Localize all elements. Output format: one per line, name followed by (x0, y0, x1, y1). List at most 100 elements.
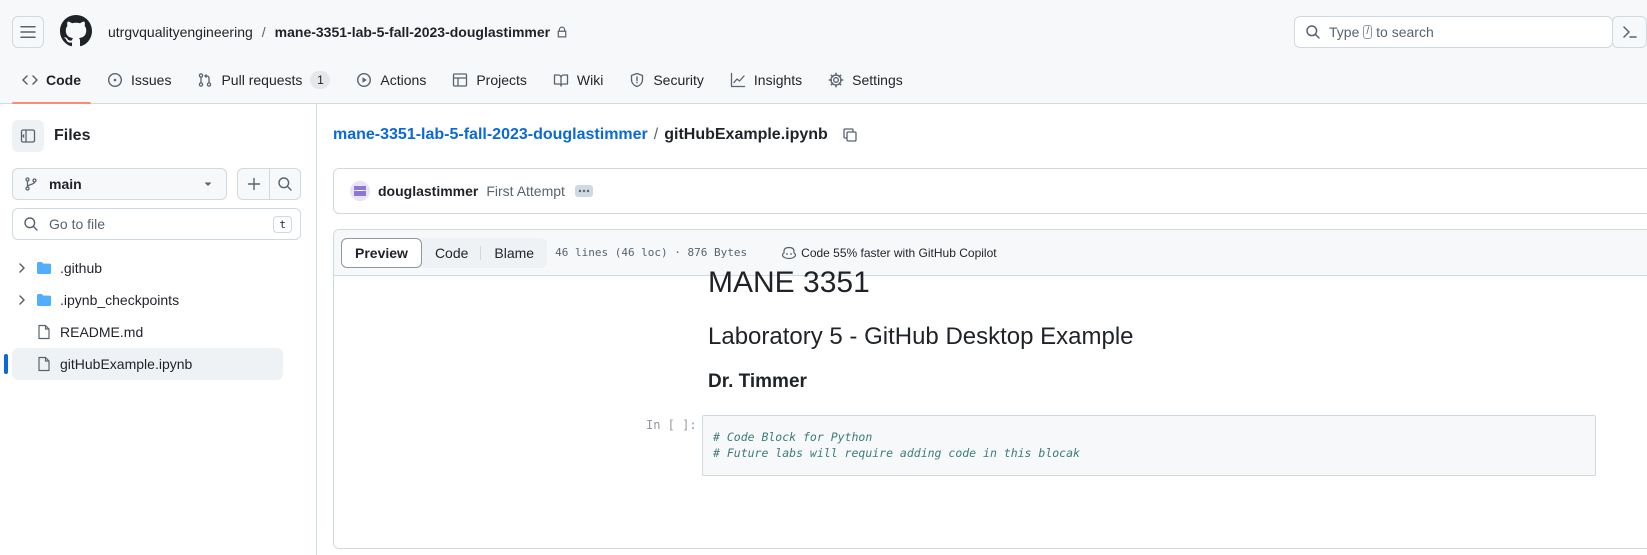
sidebar-collapse-icon (20, 128, 36, 144)
path-separator: / (653, 126, 659, 143)
github-logo-icon[interactable] (60, 15, 92, 47)
tab-wiki-label: Wiki (576, 72, 604, 88)
branch-name: main (49, 176, 82, 192)
tab-issues-label: Issues (131, 72, 172, 88)
tree-item-ipynb-checkpoints-folder[interactable]: .ipynb_checkpoints (12, 284, 283, 316)
file-tree: .github .ipynb_checkpoints README.md git… (0, 252, 317, 380)
tree-item-label: README.md (60, 324, 144, 340)
files-title: Files (54, 127, 91, 144)
blame-button[interactable]: Blame (481, 238, 547, 268)
terminal-icon (1622, 24, 1638, 40)
search-icon (277, 176, 293, 192)
file-size-info: 46 lines (46 loc) · 876 Bytes (555, 246, 748, 259)
triangle-down-icon (200, 176, 216, 192)
collapse-sidebar-button[interactable] (12, 120, 44, 152)
folder-icon (36, 292, 52, 308)
notebook-heading-2: Laboratory 5 - GitHub Desktop Example (708, 323, 1134, 350)
tab-insights-label: Insights (753, 72, 803, 88)
go-to-file-placeholder: Go to file (49, 216, 106, 232)
file-header-bar: Preview Code Blame 46 lines (46 loc) · 8… (334, 230, 1647, 276)
add-file-button[interactable] (238, 169, 269, 199)
files-header: Files (12, 120, 90, 152)
tree-item-github-folder[interactable]: .github (12, 252, 283, 284)
play-icon (356, 72, 372, 88)
search-files-button[interactable] (269, 169, 300, 199)
tab-settings[interactable]: Settings (818, 64, 913, 96)
code-view-button[interactable]: Code (422, 238, 482, 268)
repo-nav-tabs: Code Issues Pull requests 1 Actions Proj… (12, 64, 919, 104)
go-to-file-input[interactable]: Go to file t (12, 208, 301, 240)
copilot-promo-link[interactable]: Code 55% faster with GitHub Copilot (781, 245, 997, 261)
chevron-right-icon[interactable] (14, 292, 30, 308)
tab-actions[interactable]: Actions (346, 64, 436, 96)
avatar[interactable] (350, 181, 370, 201)
owner-link[interactable]: utrgvqualityengineering (108, 24, 253, 40)
chevron-right-icon[interactable] (14, 260, 30, 276)
branch-selector-button[interactable]: main (12, 168, 227, 200)
gear-icon (828, 72, 844, 88)
commit-author-link[interactable]: douglastimmer (378, 183, 478, 199)
commit-message-link[interactable]: First Attempt (486, 183, 565, 199)
search-input[interactable]: Type / to search (1294, 16, 1613, 48)
code-icon (22, 72, 38, 88)
code-cell: # Code Block for Python # Future labs wi… (702, 415, 1596, 476)
file-icon (36, 356, 52, 372)
preview-button[interactable]: Preview (341, 237, 422, 268)
copilot-promo-text: Code 55% faster with GitHub Copilot (801, 245, 997, 260)
code-line: # Future labs will require adding code i… (713, 446, 1080, 460)
tree-item-githubexample[interactable]: gitHubExample.ipynb (4, 348, 283, 380)
repo-link[interactable]: mane-3351-lab-5-fall-2023-douglastimmer (275, 24, 550, 40)
breadcrumb: utrgvqualityengineering / mane-3351-lab-… (108, 22, 568, 42)
app-header: utrgvqualityengineering / mane-3351-lab-… (0, 0, 1647, 104)
cell-input-prompt: In [ ]: (646, 418, 697, 432)
command-palette-button[interactable] (1612, 16, 1647, 48)
book-icon (553, 72, 569, 88)
file-content-box: Preview Code Blame 46 lines (46 loc) · 8… (333, 229, 1647, 549)
tab-actions-label: Actions (380, 72, 427, 88)
tab-wiki[interactable]: Wiki (543, 64, 613, 96)
search-placeholder-prefix: Type (1329, 24, 1360, 40)
tab-code-label: Code (46, 72, 81, 88)
search-placeholder-suffix: to search (1376, 24, 1434, 40)
folder-icon (36, 260, 52, 276)
hamburger-icon (20, 24, 36, 40)
breadcrumb-separator: / (261, 24, 266, 40)
lock-icon (556, 26, 568, 38)
file-path-breadcrumb: mane-3351-lab-5-fall-2023-douglastimmer … (333, 126, 858, 144)
issue-opened-icon (107, 72, 123, 88)
file-tree-sidebar: Files main Go to file t .github .ipynb_c… (0, 104, 317, 555)
path-file-name: gitHubExample.ipynb (664, 126, 828, 143)
git-branch-icon (23, 176, 39, 192)
shield-icon (629, 72, 645, 88)
tab-pull-requests[interactable]: Pull requests 1 (187, 64, 340, 96)
kebab-horizontal-icon[interactable] (574, 185, 593, 197)
view-mode-segmented-control: Preview Code Blame (341, 237, 548, 268)
search-icon (1305, 24, 1321, 40)
search-placeholder: Type / to search (1329, 24, 1434, 40)
tab-insights[interactable]: Insights (720, 64, 812, 96)
tab-projects-label: Projects (476, 72, 527, 88)
search-shortcut-key: / (1363, 25, 1373, 39)
tree-item-label: .ipynb_checkpoints (60, 292, 180, 308)
search-icon (23, 216, 39, 232)
tab-security[interactable]: Security (619, 64, 714, 96)
path-repo-link[interactable]: mane-3351-lab-5-fall-2023-douglastimmer (333, 126, 648, 144)
tab-pull-requests-label: Pull requests (221, 72, 303, 88)
tree-item-label: .github (60, 260, 103, 276)
tab-security-label: Security (653, 72, 704, 88)
tab-settings-label: Settings (852, 72, 903, 88)
tree-item-label: gitHubExample.ipynb (60, 356, 193, 372)
file-view: mane-3351-lab-5-fall-2023-douglastimmer … (333, 104, 1647, 555)
tab-issues[interactable]: Issues (97, 64, 181, 96)
latest-commit-box: douglastimmer First Attempt (333, 168, 1647, 214)
file-icon (36, 324, 52, 340)
notebook-heading-1: MANE 3351 (708, 266, 870, 299)
tab-code[interactable]: Code (12, 64, 91, 104)
notebook-heading-3: Dr. Timmer (708, 371, 807, 392)
code-line: # Code Block for Python (713, 430, 873, 444)
tree-item-readme[interactable]: README.md (12, 316, 283, 348)
tab-projects[interactable]: Projects (442, 64, 537, 96)
graph-icon (730, 72, 746, 88)
open-menu-button[interactable] (12, 16, 44, 48)
copy-path-icon[interactable] (842, 127, 858, 143)
